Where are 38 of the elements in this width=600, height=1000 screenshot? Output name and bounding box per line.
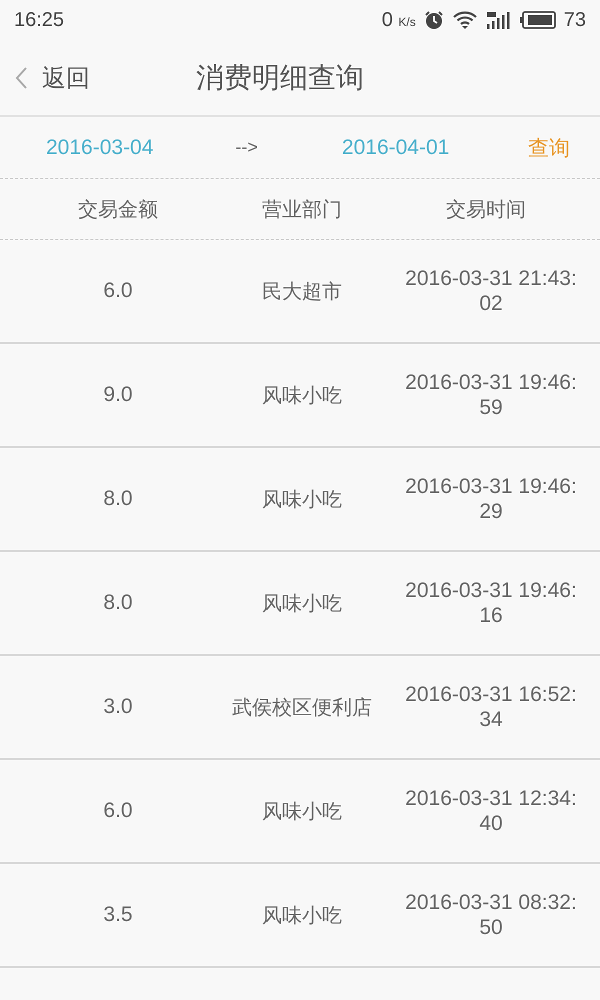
column-header: 营业部门 xyxy=(261,196,343,222)
battery-level: 73 xyxy=(564,8,586,32)
network-speed: 0 K/s xyxy=(382,8,416,32)
alarm-clock-icon xyxy=(424,10,444,30)
query-button[interactable]: 查询 xyxy=(528,134,570,162)
time-cell-text: 2016-03-31 08:32:50 xyxy=(404,890,578,940)
column-header: 交易金额 xyxy=(77,196,159,222)
department-cell-text: 风味小吃 xyxy=(261,798,343,824)
end-date-field[interactable]: 2016-04-01 xyxy=(342,136,450,160)
amount-cell-text: 3.0 xyxy=(102,695,134,719)
time-cell-text: 2016-03-31 21:43:02 xyxy=(404,266,578,316)
start-date-field[interactable]: 2016-03-04 xyxy=(46,136,154,160)
amount-cell-text: 8.0 xyxy=(102,487,134,511)
time-cell-text: 2016-03-31 19:46:59 xyxy=(404,370,578,420)
department-cell-text: 风味小吃 xyxy=(261,382,343,408)
battery-icon xyxy=(520,11,556,29)
department-cell-text: 风味小吃 xyxy=(261,486,343,512)
time-cell-text: 2016-03-31 16:52:34 xyxy=(404,682,578,732)
amount-cell-text: 3.5 xyxy=(102,903,134,927)
time-cell-text: 2016-03-31 12:34:40 xyxy=(404,786,578,836)
amount-cell-text: 8.0 xyxy=(102,591,134,615)
column-header: 交易时间 xyxy=(445,196,527,222)
date-range-arrow: --> xyxy=(235,137,258,158)
department-cell-text: 风味小吃 xyxy=(261,902,343,928)
page-title: 消费明细查询 xyxy=(196,60,364,96)
department-cell-text: 民大超市 xyxy=(261,278,343,304)
department-cell-text: 风味小吃 xyxy=(261,590,343,616)
amount-cell-text: 6.0 xyxy=(102,799,134,823)
time-cell-text: 2016-03-31 19:46:16 xyxy=(404,578,578,628)
wifi-icon xyxy=(452,10,478,30)
amount-cell-text: 9.0 xyxy=(102,383,134,407)
back-button[interactable]: 返回 xyxy=(0,62,90,94)
chevron-left-icon xyxy=(14,66,28,90)
signal-icon xyxy=(486,10,512,30)
amount-cell-text: 6.0 xyxy=(102,279,134,303)
department-cell-text: 武侯校区便利店 xyxy=(231,694,373,720)
time-cell-text: 2016-03-31 19:46:29 xyxy=(404,474,578,524)
clock-time: 16:25 xyxy=(14,8,64,32)
